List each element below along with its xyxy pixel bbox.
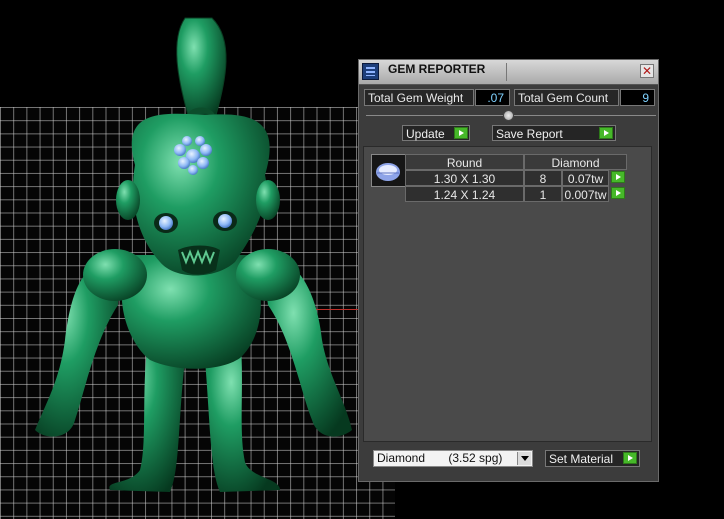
title-divider — [506, 63, 507, 81]
row-select-arrow-icon[interactable] — [611, 187, 625, 199]
gem-list-area: Round Diamond 1.30 X 1.30 8 0.07tw 1.24 … — [363, 146, 652, 442]
gem-weight-cell: 0.07tw — [562, 170, 609, 186]
gem-count-cell: 1 — [524, 186, 562, 202]
material-dropdown[interactable]: Diamond (3.52 spg) — [373, 450, 533, 467]
gem-size-cell: 1.24 X 1.24 — [405, 186, 524, 202]
gem-weight-cell: 0.007tw — [562, 186, 609, 202]
set-material-button-label: Set Material — [549, 452, 614, 466]
total-gem-count-label: Total Gem Count — [514, 89, 619, 106]
close-icon[interactable]: ✕ — [640, 64, 654, 78]
save-report-button-label: Save Report — [496, 127, 563, 141]
panel-title: GEM REPORTER — [388, 62, 486, 76]
update-button[interactable]: Update — [402, 125, 470, 141]
play-arrow-icon — [623, 452, 637, 464]
gem-size-cell: 1.30 X 1.30 — [405, 170, 524, 186]
set-material-button[interactable]: Set Material — [545, 450, 640, 467]
row-select-arrow-icon[interactable] — [611, 171, 625, 183]
total-gem-count-value: 9 — [620, 89, 655, 106]
round-gem-icon — [376, 163, 400, 181]
play-arrow-icon — [454, 127, 468, 139]
total-gem-weight-value: .07 — [475, 89, 510, 106]
save-report-button[interactable]: Save Report — [492, 125, 616, 141]
gem-shape-header: Round — [405, 154, 524, 170]
gem-count-cell: 8 — [524, 170, 562, 186]
slider-handle[interactable] — [503, 110, 514, 121]
play-arrow-icon — [599, 127, 613, 139]
gem-thumbnail[interactable] — [371, 154, 406, 187]
title-bar[interactable]: GEM REPORTER ✕ — [359, 60, 658, 85]
gem-reporter-app-icon — [362, 63, 379, 80]
gem-reporter-panel: GEM REPORTER ✕ Total Gem Weight .07 Tota… — [358, 59, 659, 482]
update-button-label: Update — [406, 127, 445, 141]
total-gem-weight-label: Total Gem Weight — [364, 89, 474, 106]
gem-material-header: Diamond — [524, 154, 627, 170]
chevron-down-icon[interactable] — [517, 452, 531, 465]
material-dropdown-value: Diamond (3.52 spg) — [377, 451, 503, 465]
